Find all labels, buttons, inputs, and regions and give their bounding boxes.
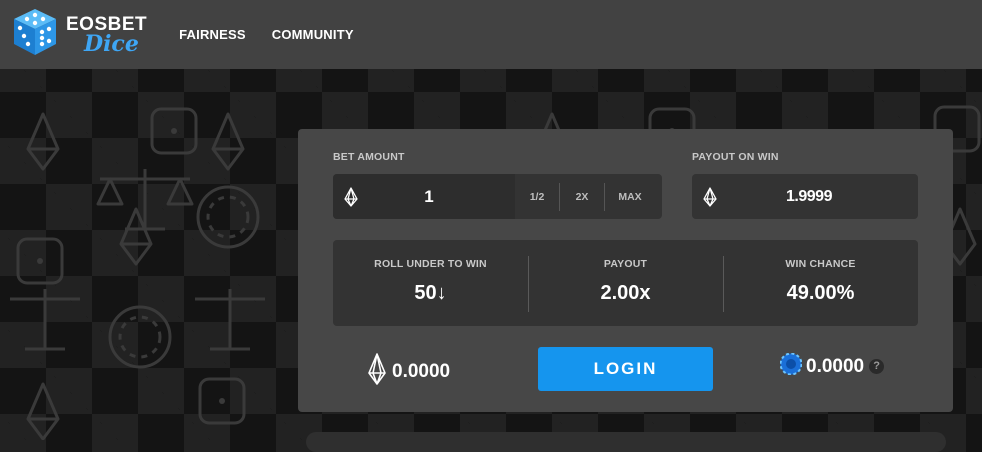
payout-on-win-display: 1.9999 [692, 174, 918, 219]
roll-under-stat[interactable]: ROLL UNDER TO WIN 50↓ [333, 240, 528, 326]
bg-dice-icon [150, 107, 198, 155]
eos-balance-value: 0.0000 [392, 360, 451, 382]
top-bar: EOSBET Dice FAIRNESS COMMUNITY [0, 0, 982, 69]
bg-scales-icon [10, 289, 80, 351]
dice-logo-icon [12, 7, 58, 62]
bg-chip-icon [118, 315, 162, 359]
question-icon[interactable]: ? [869, 359, 885, 374]
bg-chip-icon [196, 185, 260, 249]
eos-icon [343, 187, 359, 212]
login-button[interactable]: LOGIN [538, 347, 713, 391]
dice-bet-panel: BET AMOUNT PAYOUT ON WIN 1 1/2 2X MAX 1.… [298, 129, 953, 412]
bg-eos-icon [211, 112, 245, 171]
win-chance-stat[interactable]: WIN CHANCE 49.00% [723, 240, 918, 326]
bg-eos-icon [26, 112, 60, 171]
win-chance-label: WIN CHANCE [785, 258, 856, 270]
brand-logo[interactable]: EOSBET Dice [12, 7, 147, 62]
half-bet-button[interactable]: 1/2 [515, 191, 559, 203]
bg-dice-icon [198, 377, 246, 425]
win-chance-value[interactable]: 49.00% [723, 282, 918, 305]
bg-scales-icon [195, 289, 265, 351]
payout-stat[interactable]: PAYOUT 2.00x [528, 240, 723, 326]
roll-under-value[interactable]: 50↓ [333, 282, 528, 305]
main-nav: FAIRNESS COMMUNITY [179, 27, 380, 42]
roll-under-label: ROLL UNDER TO WIN [374, 258, 487, 270]
double-bet-button[interactable]: 2X [560, 191, 604, 203]
brand-subtitle: Dice [84, 30, 139, 57]
bg-scales-icon [96, 169, 194, 231]
nav-fairness[interactable]: FAIRNESS [179, 27, 246, 42]
eos-balance: 0.0000 [366, 352, 450, 391]
roll-stats: ROLL UNDER TO WIN 50↓ PAYOUT 2.00x WIN C… [333, 240, 918, 326]
payout-on-win-value: 1.9999 [786, 187, 832, 205]
eos-icon [702, 187, 718, 212]
bet-token-balance-value: 0.0000 [806, 355, 865, 377]
bg-chip-icon [206, 195, 250, 239]
bg-chip-icon [108, 305, 172, 369]
lower-panel-edge [306, 432, 946, 452]
payout-on-win-label: PAYOUT ON WIN [692, 151, 779, 163]
max-bet-button[interactable]: MAX [605, 191, 655, 203]
bg-eos-icon [26, 382, 60, 440]
bet-amount-value: 1 [424, 186, 434, 206]
bet-amount-control: 1 1/2 2X MAX [333, 174, 662, 219]
payout-label: PAYOUT [603, 258, 648, 270]
payout-value[interactable]: 2.00x [528, 282, 723, 305]
balance-row: 0.0000 LOGIN 0.0000 ? [298, 347, 953, 393]
bg-dice-icon [16, 237, 64, 285]
bg-eos-icon [119, 207, 153, 266]
nav-community[interactable]: COMMUNITY [272, 27, 354, 42]
bet-token-icon [779, 352, 803, 380]
eos-icon [366, 352, 388, 391]
bet-amount-input[interactable]: 1 [333, 174, 515, 219]
bet-token-balance: 0.0000 ? [779, 352, 885, 380]
bet-amount-label: BET AMOUNT [333, 151, 405, 163]
